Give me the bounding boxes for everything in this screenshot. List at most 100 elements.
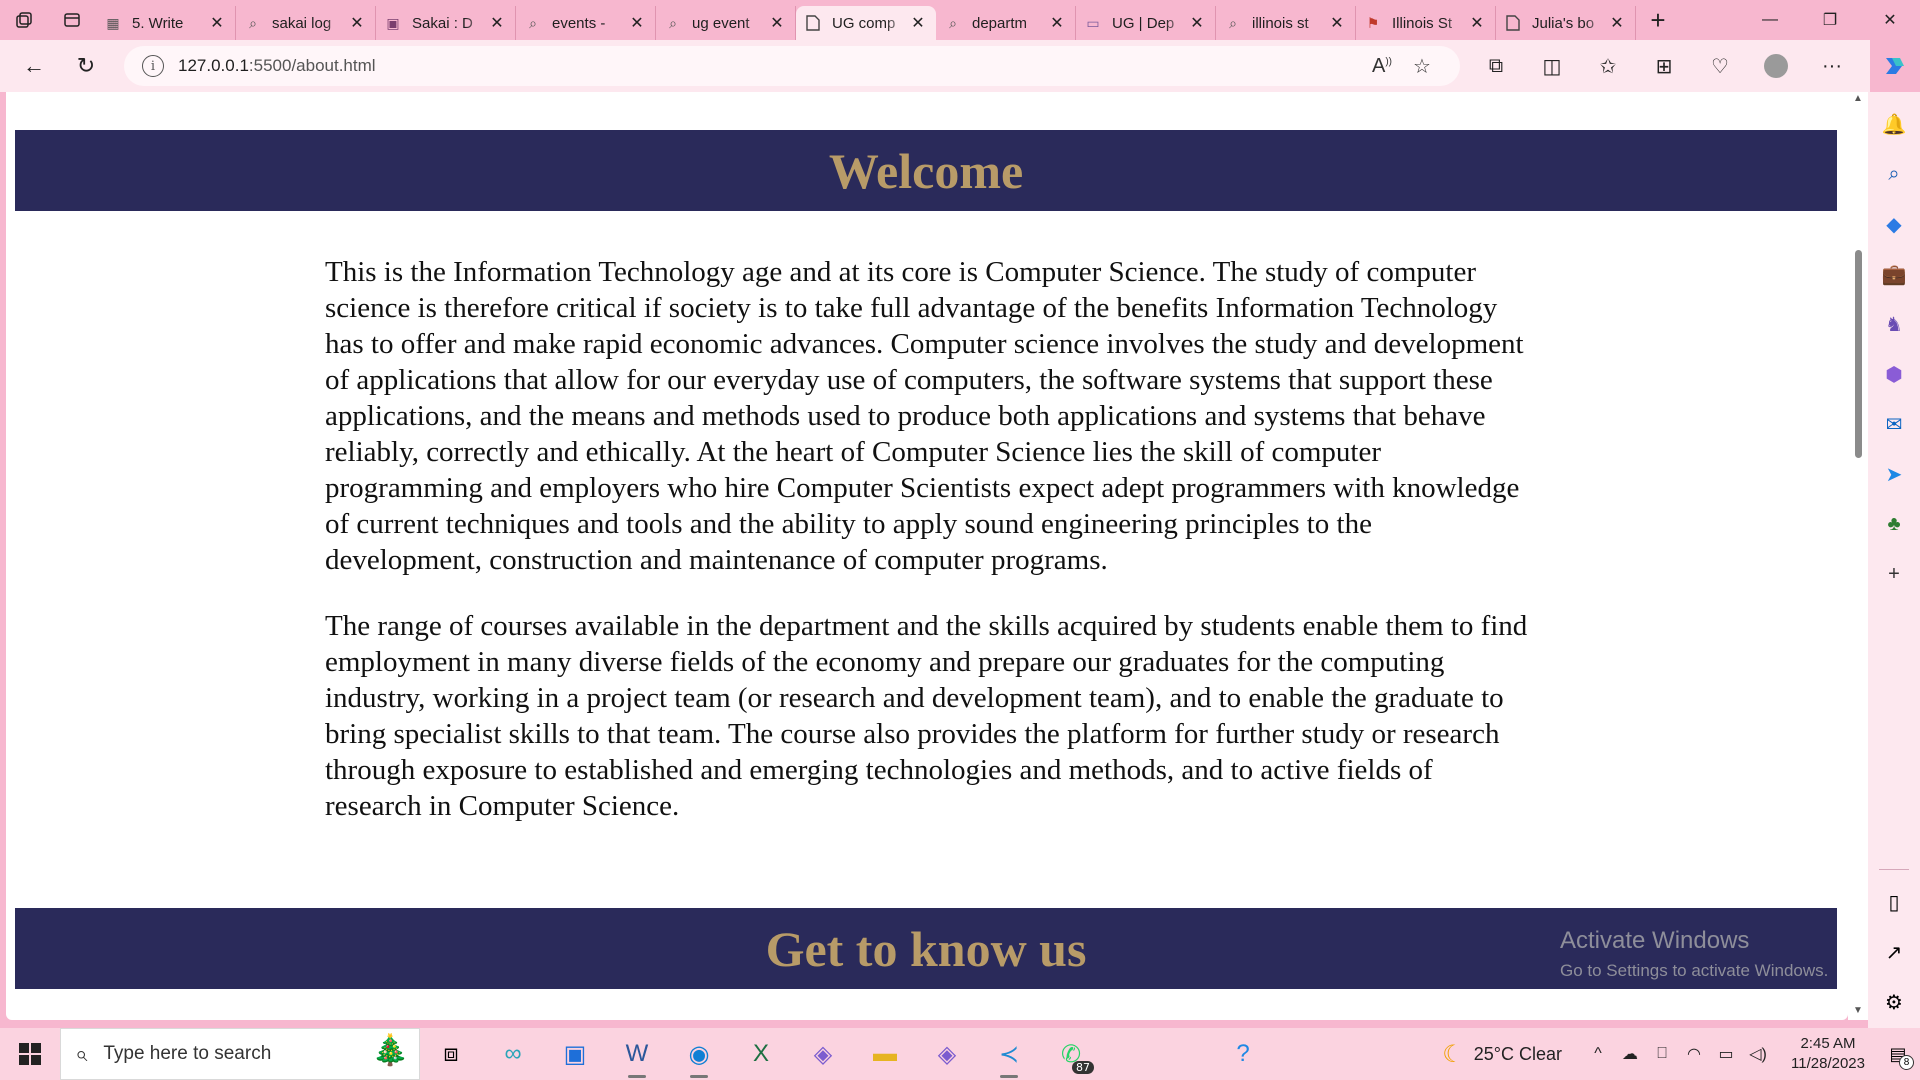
tab-ug-comp-active[interactable]: UG comp ✕ [796, 6, 936, 40]
close-tab-icon[interactable]: ✕ [347, 13, 367, 33]
clock-time: 2:45 AM [1800, 1035, 1856, 1052]
copilot-app-icon[interactable]: ◈ [792, 1028, 854, 1080]
scroll-up-arrow-icon[interactable]: ▲ [1853, 94, 1863, 104]
meet-now-icon[interactable]: ⎕ [1646, 1045, 1678, 1063]
tab-sakai[interactable]: ▣ Sakai : D ✕ [376, 6, 516, 40]
sidebar-bottom-tools: ▯ ↗ ⚙ [1876, 853, 1912, 1020]
tab-events[interactable]: ⌕ events - ✕ [516, 6, 656, 40]
microsoft-store-icon[interactable]: ▣ [544, 1028, 606, 1080]
copilot-app-2-icon[interactable]: ◈ [916, 1028, 978, 1080]
close-tab-icon[interactable]: ✕ [1467, 13, 1487, 33]
close-tab-icon[interactable]: ✕ [487, 13, 507, 33]
word-icon[interactable]: W [606, 1028, 668, 1080]
tab-sakai-login[interactable]: ⌕ sakai log ✕ [236, 6, 376, 40]
tab-ug-events[interactable]: ⌕ ug event ✕ [656, 6, 796, 40]
about-content: This is the Information Technology age a… [325, 254, 1535, 854]
site-info-icon[interactable]: i [142, 55, 164, 77]
tab-julias-book[interactable]: Julia's bo ✕ [1496, 6, 1636, 40]
scroll-down-arrow-icon[interactable]: ▼ [1853, 1006, 1863, 1016]
close-tab-icon[interactable]: ✕ [1187, 13, 1207, 33]
outlook-icon[interactable]: ✉ [1876, 406, 1912, 442]
vscode-icon[interactable]: ≺ [978, 1028, 1040, 1080]
help-icon[interactable]: ? [1212, 1028, 1274, 1080]
url-host: 127.0.0.1 [178, 56, 249, 75]
favorite-star-icon[interactable]: ☆ [1402, 54, 1442, 79]
close-tab-icon[interactable]: ✕ [627, 13, 647, 33]
close-tab-icon[interactable]: ✕ [908, 13, 928, 33]
send-icon[interactable]: ➤ [1876, 456, 1912, 492]
onedrive-icon[interactable]: ☁ [1614, 1044, 1646, 1064]
page-scrollbar[interactable]: ▲ ▼ [1848, 92, 1868, 1020]
illinois-favicon-icon: ⚑ [1366, 14, 1380, 31]
window-controls: — ❐ ✕ [1740, 0, 1920, 40]
watermark-title: Activate Windows [1560, 927, 1750, 954]
notifications-bell-icon[interactable]: 🔔 [1876, 106, 1912, 142]
show-hidden-icons-chevron-icon[interactable]: ^ [1582, 1045, 1614, 1063]
performance-icon[interactable]: ♡ [1692, 46, 1748, 86]
copilot-icon[interactable] [1876, 48, 1912, 84]
copilot-infinity-icon[interactable]: ∞ [482, 1028, 544, 1080]
wifi-icon[interactable]: ◠ [1678, 1044, 1710, 1064]
new-tab-icon[interactable]: + [1636, 0, 1680, 40]
system-clock[interactable]: 2:45 AM 11/28/2023 [1780, 1034, 1876, 1074]
back-arrow-icon[interactable]: ← [10, 46, 58, 86]
add-sidebar-app-icon[interactable]: + [1876, 556, 1912, 592]
tree-icon[interactable]: ♣ [1876, 506, 1912, 542]
excel-icon[interactable]: X [730, 1028, 792, 1080]
scrollbar-thumb[interactable] [1855, 250, 1862, 458]
microsoft-365-icon[interactable]: ⬢ [1876, 356, 1912, 392]
profile-avatar[interactable] [1748, 46, 1804, 86]
search-favicon-icon: ⌕ [249, 14, 257, 31]
split-screen-icon[interactable]: ◫ [1524, 46, 1580, 86]
read-aloud-icon[interactable]: A)) [1362, 55, 1402, 78]
windows-taskbar: ⌕ Type here to search 🎄 ⧈ ∞ ▣ W ◉ X ◈ ▬ … [0, 1028, 1920, 1080]
url-path: :5500/about.html [248, 56, 376, 75]
tab-title: 5. Write [132, 14, 184, 32]
tab-ug-dep[interactable]: ▭ UG | Dep ✕ [1076, 6, 1216, 40]
close-tab-icon[interactable]: ✕ [1047, 13, 1067, 33]
close-tab-icon[interactable]: ✕ [1607, 13, 1627, 33]
tab-actions-icon[interactable] [48, 0, 96, 40]
file-explorer-icon[interactable]: ▬ [854, 1028, 916, 1080]
tab-department[interactable]: ⌕ departm ✕ [936, 6, 1076, 40]
tab-illinois-search[interactable]: ⌕ illinois st ✕ [1216, 6, 1356, 40]
tab-illinois-state[interactable]: ⚑ Illinois St ✕ [1356, 6, 1496, 40]
more-options-icon[interactable]: ··· [1804, 46, 1860, 86]
weather-text: 25°C Clear [1473, 1043, 1562, 1064]
close-tab-icon[interactable]: ✕ [767, 13, 787, 33]
open-external-icon[interactable]: ↗ [1876, 934, 1912, 970]
taskbar-search-box[interactable]: ⌕ Type here to search 🎄 [60, 1028, 420, 1080]
close-tab-icon[interactable]: ✕ [207, 13, 227, 33]
whatsapp-badge: 87 [1072, 1061, 1094, 1074]
refresh-icon[interactable]: ↻ [62, 46, 110, 86]
shopping-tag-icon[interactable]: ◆ [1876, 206, 1912, 242]
tab-title: departm [972, 14, 1028, 32]
tab-title: ug event [692, 14, 750, 32]
tab-write[interactable]: ▦ 5. Write ✕ [96, 6, 236, 40]
sidebar-toggle-icon[interactable]: ▯ [1876, 884, 1912, 920]
address-bar[interactable]: i 127.0.0.1:5500/about.html A)) ☆ [124, 46, 1460, 86]
close-tab-icon[interactable]: ✕ [1327, 13, 1347, 33]
task-view-icon[interactable]: ⧈ [420, 1028, 482, 1080]
weather-widget[interactable]: ☾ 25°C Clear [1442, 1040, 1562, 1069]
notification-center-icon[interactable]: ▤ 8 [1876, 1028, 1920, 1080]
navigation-bar: ← ↻ i 127.0.0.1:5500/about.html A)) ☆ ⧉ … [0, 40, 1870, 92]
restore-icon[interactable]: ❐ [1800, 0, 1860, 40]
workspaces-icon[interactable] [0, 0, 48, 40]
tools-briefcase-icon[interactable]: 💼 [1876, 256, 1912, 292]
battery-icon[interactable]: ▭ [1710, 1044, 1742, 1064]
settings-gear-icon[interactable]: ⚙ [1876, 984, 1912, 1020]
windows-start-icon[interactable] [0, 1028, 60, 1080]
collections-icon[interactable]: ⊞ [1636, 46, 1692, 86]
games-icon[interactable]: ♞ [1876, 306, 1912, 342]
search-icon[interactable]: ⌕ [1876, 156, 1912, 192]
extensions-icon[interactable]: ⧉ [1468, 46, 1524, 86]
favorites-icon[interactable]: ✩ [1580, 46, 1636, 86]
activate-windows-watermark: Activate Windows Go to Settings to activ… [1560, 926, 1828, 982]
volume-icon[interactable]: ◁) [1742, 1044, 1774, 1064]
minimize-icon[interactable]: — [1740, 0, 1800, 40]
edge-browser-icon[interactable]: ◉ [668, 1028, 730, 1080]
whatsapp-icon[interactable]: ✆ 87 [1040, 1028, 1102, 1080]
close-window-icon[interactable]: ✕ [1860, 0, 1920, 40]
tab-title: events - [552, 14, 606, 32]
